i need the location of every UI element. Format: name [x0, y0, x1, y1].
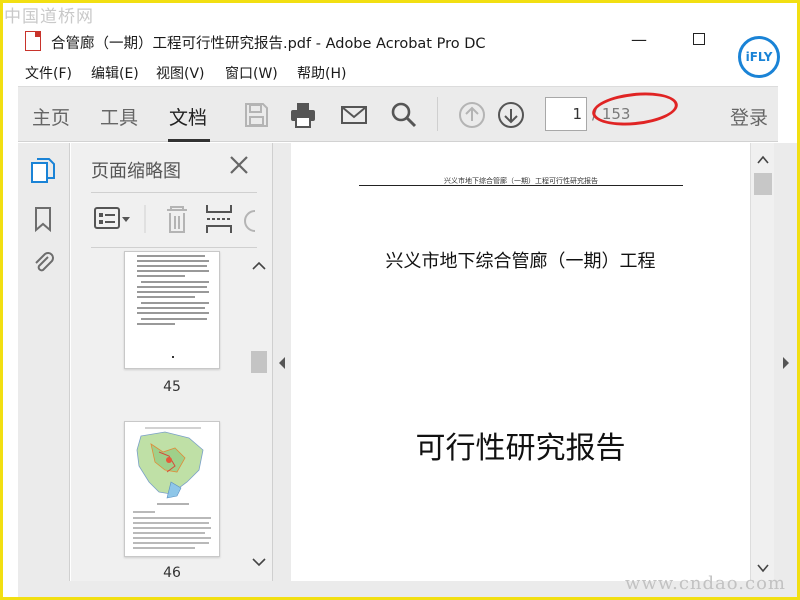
- ifly-logo: iFLY: [738, 36, 780, 78]
- attachment-icon[interactable]: [30, 247, 56, 275]
- menu-file[interactable]: 文件(F): [25, 63, 72, 83]
- thumbnail-page-46-content: [133, 427, 211, 549]
- header-rule: [359, 185, 683, 186]
- thumbnail-scrollbar[interactable]: [247, 251, 267, 577]
- thumbnail-page-45[interactable]: [124, 251, 220, 369]
- page-down-icon[interactable]: [497, 101, 525, 129]
- menu-bar: 文件(F) 编辑(E) 视图(V) 窗口(W) 帮助(H): [3, 59, 797, 83]
- active-tab-indicator: [168, 139, 210, 142]
- delete-page-icon[interactable]: [167, 206, 187, 233]
- toolbar-separator: [437, 97, 438, 131]
- save-icon[interactable]: [242, 101, 270, 129]
- document-page: 兴义市地下综合管廊（一期）工程可行性研究报告 兴义市地下综合管廊（一期）工程 可…: [291, 143, 750, 581]
- document-scrollbar-thumb[interactable]: [754, 173, 772, 195]
- login-button[interactable]: 登录: [730, 103, 768, 130]
- document-report-title: 可行性研究报告: [415, 431, 626, 466]
- window-title: 合管廊（一期）工程可行性研究报告.pdf - Adobe Acrobat Pro…: [51, 36, 486, 52]
- panel-title: 页面缩略图: [91, 161, 181, 182]
- tab-home[interactable]: 主页: [32, 103, 70, 130]
- watermark-top: 中国道桥网: [4, 7, 94, 27]
- thumbnail-scrollbar-thumb[interactable]: [251, 351, 267, 373]
- extract-page-icon[interactable]: [206, 205, 232, 233]
- search-icon[interactable]: [390, 101, 418, 129]
- options-menu-icon[interactable]: [94, 207, 130, 229]
- panel-divider: [91, 192, 257, 193]
- menu-window[interactable]: 窗口(W): [225, 63, 278, 83]
- menu-help[interactable]: 帮助(H): [297, 63, 346, 83]
- navigation-rail: [18, 143, 70, 581]
- pdf-file-icon: [25, 31, 41, 51]
- thumbnail-page-45-content: [137, 255, 209, 358]
- rotate-page-icon[interactable]: [244, 210, 256, 232]
- close-icon[interactable]: [227, 153, 251, 177]
- thumbnail-scrollbar-arrows: [252, 261, 266, 567]
- menu-edit[interactable]: 编辑(E): [91, 63, 139, 83]
- thumbnail-page-46[interactable]: [124, 421, 220, 557]
- maximize-icon: [693, 33, 705, 45]
- maximize-button[interactable]: [687, 30, 711, 50]
- title-bar: 合管廊（一期）工程可行性研究报告.pdf - Adobe Acrobat Pro…: [3, 26, 797, 56]
- panel-toolbar: [94, 205, 256, 233]
- red-circle-annotation: [590, 88, 680, 130]
- page-thumbnails-icon[interactable]: [30, 157, 56, 185]
- bookmark-icon[interactable]: [30, 205, 56, 233]
- tab-tools[interactable]: 工具: [100, 103, 138, 130]
- print-icon[interactable]: [289, 101, 317, 129]
- panel-splitter[interactable]: [273, 143, 291, 581]
- right-panel-toggle[interactable]: [774, 143, 797, 581]
- page-thumbnails-panel: 页面缩略图 45 46: [71, 143, 273, 581]
- tab-document[interactable]: 文档: [169, 103, 207, 130]
- thumbnail-page-number: 45: [163, 379, 181, 395]
- email-icon[interactable]: [340, 101, 368, 129]
- document-project-title: 兴义市地下综合管廊（一期）工程: [385, 251, 656, 272]
- collapse-panel-icon[interactable]: [273, 143, 291, 581]
- watermark-bottom: www.cndao.com: [625, 573, 786, 594]
- page-number-input[interactable]: 1: [545, 97, 587, 131]
- page-up-icon[interactable]: [458, 101, 486, 129]
- thumbnail-page-number: 46: [163, 565, 181, 581]
- panel-divider: [91, 247, 257, 248]
- document-scrollbar-arrows: [757, 155, 769, 573]
- menu-view[interactable]: 视图(V): [156, 63, 205, 83]
- minimize-button[interactable]: —: [627, 30, 651, 50]
- expand-right-panel-icon[interactable]: [774, 143, 797, 581]
- toolbar: 主页 工具 文档 1 / 153 登录: [18, 86, 778, 142]
- document-scrollbar[interactable]: [750, 143, 774, 581]
